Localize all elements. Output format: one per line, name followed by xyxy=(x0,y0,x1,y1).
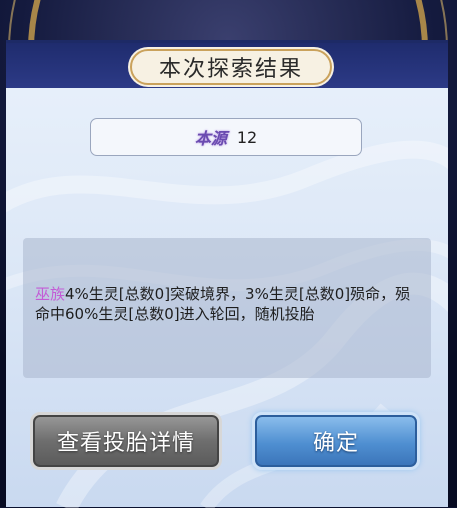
view-reincarnation-details-button[interactable]: 查看投胎详情 xyxy=(30,412,222,470)
resource-value: 12 xyxy=(236,127,258,147)
tribe-name: 巫族 xyxy=(35,285,66,303)
result-dialog: 本次探索结果 本源 12 巫族4%生灵[总数0]突破境界，3%生灵[总数0]殒命… xyxy=(6,40,448,508)
result-message: 巫族4%生灵[总数0]突破境界，3%生灵[总数0]殒命，殒命中60%生灵[总数0… xyxy=(23,238,431,378)
dialog-title: 本次探索结果 xyxy=(130,49,332,85)
confirm-button[interactable]: 确定 xyxy=(252,412,420,470)
resource-name: 本源 xyxy=(194,129,227,148)
resource-display: 本源 12 xyxy=(90,118,362,156)
result-message-text: 4%生灵[总数0]突破境界，3%生灵[总数0]殒命，殒命中60%生灵[总数0]进… xyxy=(35,285,411,323)
